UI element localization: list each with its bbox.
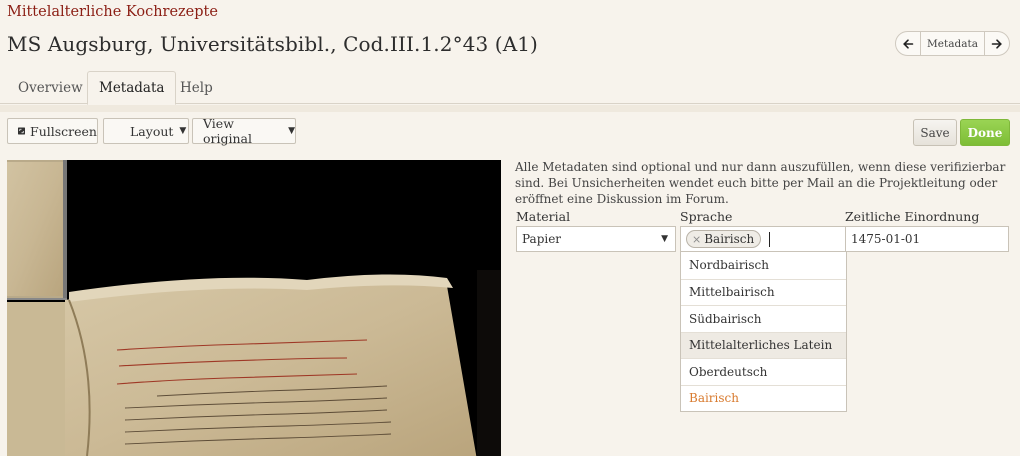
- material-select[interactable]: Papier ▼: [516, 226, 676, 252]
- sprache-tag-input[interactable]: × Bairisch: [680, 226, 847, 252]
- toolbar-band: [0, 105, 1020, 112]
- project-title[interactable]: Mittelalterliche Kochrezepte: [7, 4, 218, 20]
- dropdown-option-suedbairisch[interactable]: Südbairisch: [681, 305, 846, 332]
- tab-overview[interactable]: Overview: [7, 71, 94, 104]
- tab-bar: Overview Metadata Help: [0, 71, 1020, 105]
- layout-select[interactable]: Layout ▼: [103, 118, 189, 144]
- caret-down-icon: ▼: [288, 126, 295, 136]
- arrow-left-icon: [903, 38, 914, 49]
- next-page-button[interactable]: [985, 32, 1009, 55]
- arrow-right-icon: [991, 38, 1002, 49]
- caret-down-icon: ▼: [661, 234, 668, 244]
- material-label: Material: [516, 209, 571, 224]
- done-button[interactable]: Done: [960, 119, 1010, 146]
- view-original-label: View original: [203, 116, 252, 146]
- pager-label[interactable]: Metadata: [920, 32, 985, 55]
- dropdown-option-mittelbairisch[interactable]: Mittelbairisch: [681, 278, 846, 306]
- manuscript-viewer[interactable]: [7, 160, 501, 456]
- zeit-input[interactable]: 1475-01-01: [845, 226, 1009, 252]
- text-cursor: [769, 231, 771, 247]
- close-icon[interactable]: ×: [692, 233, 701, 246]
- manuscript-image[interactable]: [7, 160, 501, 456]
- sprache-tag-label: Bairisch: [704, 232, 755, 246]
- sprache-dropdown: Nordbairisch Mittelbairisch Südbairisch …: [680, 252, 847, 412]
- dropdown-option-oberdeutsch[interactable]: Oberdeutsch: [681, 358, 846, 385]
- prev-page-button[interactable]: [896, 32, 920, 55]
- tab-help[interactable]: Help: [169, 71, 224, 104]
- zeit-label: Zeitliche Einordnung: [845, 209, 980, 224]
- dropdown-option-nordbairisch[interactable]: Nordbairisch: [681, 252, 846, 279]
- metadata-intro: Alle Metadaten sind optional und nur dan…: [515, 160, 1006, 206]
- caret-down-icon: ▼: [179, 126, 187, 136]
- dropdown-option-bairisch[interactable]: Bairisch: [681, 384, 846, 412]
- tab-metadata[interactable]: Metadata: [87, 71, 177, 105]
- fullscreen-icon: [18, 127, 26, 135]
- fullscreen-label: Fullscreen: [30, 123, 97, 139]
- save-button[interactable]: Save: [913, 119, 957, 146]
- pager: Metadata: [895, 31, 1010, 56]
- material-value: Papier: [522, 232, 562, 246]
- sprache-tag: × Bairisch: [686, 230, 762, 248]
- zeit-value: 1475-01-01: [851, 232, 921, 246]
- document-title: MS Augsburg, Universitätsbibl., Cod.III.…: [7, 32, 538, 56]
- layout-label: Layout: [130, 123, 174, 139]
- sprache-label: Sprache: [680, 209, 733, 224]
- view-original-select[interactable]: View original ▼: [192, 116, 296, 146]
- fullscreen-button[interactable]: Fullscreen: [7, 118, 98, 144]
- dropdown-option-mittelalterliches-latein[interactable]: Mittelalterliches Latein: [681, 331, 846, 358]
